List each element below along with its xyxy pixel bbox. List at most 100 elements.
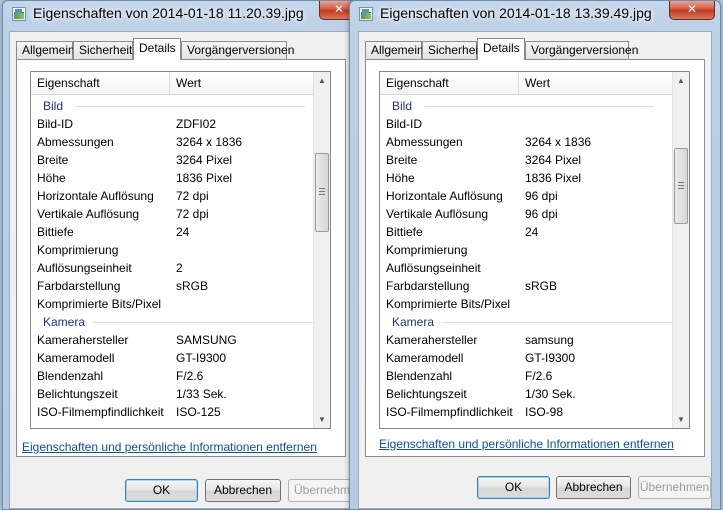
group-title: Kamera xyxy=(43,315,86,329)
table-row[interactable]: Vertikale Auflösung 96 dpi xyxy=(380,205,675,223)
group-header-kamera: Kamera xyxy=(31,313,326,331)
table-row[interactable]: Bittiefe 24 xyxy=(31,223,326,241)
properties-window-left: Eigenschaften von 2014-01-18 11.20.39.jp… xyxy=(2,0,360,510)
table-row[interactable]: Vertikale Auflösung 72 dpi xyxy=(31,205,326,223)
close-icon: ✕ xyxy=(686,2,698,16)
table-row[interactable]: Breite 3264 Pixel xyxy=(31,151,326,169)
property-value: 1/33 Sek. xyxy=(176,387,227,401)
remove-properties-link[interactable]: Eigenschaften und persönliche Informatio… xyxy=(22,440,317,454)
property-name: Breite xyxy=(386,153,418,167)
table-row[interactable]: Abmessungen 3264 x 1836 xyxy=(380,133,675,151)
property-name: Komprimierte Bits/Pixel xyxy=(37,297,162,311)
group-divider xyxy=(75,106,305,107)
group-divider xyxy=(424,106,654,107)
group-divider xyxy=(442,322,672,323)
column-header-value[interactable]: Wert xyxy=(170,72,326,94)
properties-list[interactable]: Eigenschaft Wert Bild Bild-ID ZDFI02 Abmess… xyxy=(30,71,331,429)
property-name: Farbdarstellung xyxy=(37,279,121,293)
property-name: Bittiefe xyxy=(386,225,423,239)
title-bar[interactable]: Eigenschaften von 2014-01-18 11.20.39.jp… xyxy=(3,1,359,29)
tab-sicherheit[interactable]: Sicherheit xyxy=(73,41,133,59)
property-value: SAMSUNG xyxy=(176,333,237,347)
table-row[interactable]: Kameramodell GT-I9300 xyxy=(31,349,326,367)
property-name: Komprimierung xyxy=(386,243,468,257)
property-name: Bild-ID xyxy=(37,117,74,131)
table-row[interactable]: Horizontale Auflösung 72 dpi xyxy=(31,187,326,205)
table-row[interactable]: Horizontale Auflösung 96 dpi xyxy=(380,187,675,205)
window-title: Eigenschaften von 2014-01-18 13.39.49.jp… xyxy=(380,5,652,21)
cancel-button[interactable]: Abbrechen xyxy=(205,479,281,502)
details-panel: Eigenschaft Wert Bild Bild-ID ZDFI02 Abmess… xyxy=(16,59,346,457)
properties-list[interactable]: Eigenschaft Wert Bild Bild-ID Abmessungen 3… xyxy=(379,71,690,429)
scroll-down-icon[interactable]: ▼ xyxy=(673,411,689,428)
property-name: Farbdarstellung xyxy=(386,279,470,293)
tab-vorgaengerversionen[interactable]: Vorgängerversionen xyxy=(525,41,638,59)
table-row[interactable]: Blendenzahl F/2.6 xyxy=(380,367,675,385)
scroll-thumb[interactable] xyxy=(674,148,688,224)
table-row[interactable]: Farbdarstellung sRGB xyxy=(31,277,326,295)
table-row[interactable]: Blendenzahl F/2.6 xyxy=(31,367,326,385)
property-name: Kameramodell xyxy=(37,351,115,365)
table-row[interactable]: Farbdarstellung sRGB xyxy=(380,277,675,295)
scroll-up-icon[interactable]: ▲ xyxy=(314,72,330,89)
table-row[interactable]: Bittiefe 24 xyxy=(380,223,675,241)
group-title: Bild xyxy=(392,99,413,113)
tab-allgemein[interactable]: Allgemein xyxy=(16,41,75,59)
table-row[interactable]: Komprimierte Bits/Pixel xyxy=(380,295,675,313)
property-name: Kamerahersteller xyxy=(386,333,478,347)
table-row[interactable]: Belichtungszeit 1/33 Sek. xyxy=(31,385,326,403)
column-header-property[interactable]: Eigenschaft xyxy=(31,72,169,94)
table-row[interactable]: Kameramodell GT-I9300 xyxy=(380,349,675,367)
apply-button[interactable]: Übernehmen xyxy=(638,476,711,499)
table-row[interactable]: Bild-ID xyxy=(380,115,675,133)
remove-properties-link[interactable]: Eigenschaften und persönliche Informatio… xyxy=(379,437,674,451)
cancel-button[interactable]: Abbrechen xyxy=(556,476,631,499)
tab-details[interactable]: Details xyxy=(133,38,181,60)
table-row[interactable]: Auflösungseinheit 2 xyxy=(31,259,326,277)
property-value: sRGB xyxy=(176,279,209,293)
table-row[interactable]: Abmessungen 3264 x 1836 xyxy=(31,133,326,151)
close-button[interactable]: ✕ xyxy=(669,1,715,20)
property-name: Abmessungen xyxy=(386,135,463,149)
tab-vorgaengerversionen[interactable]: Vorgängerversionen xyxy=(181,41,294,59)
table-row[interactable]: Komprimierung xyxy=(380,241,675,259)
property-value: 3264 x 1836 xyxy=(176,135,243,149)
scroll-thumb[interactable] xyxy=(315,153,329,232)
table-row[interactable]: Belichtungszeit 1/30 Sek. xyxy=(380,385,675,403)
table-row[interactable]: ISO-Filmempfindlichkeit ISO-98 xyxy=(380,403,675,421)
ok-button[interactable]: OK xyxy=(477,476,550,499)
column-header-value[interactable]: Wert xyxy=(519,72,675,94)
table-row[interactable]: Komprimierung xyxy=(31,241,326,259)
table-row[interactable]: Bild-ID ZDFI02 xyxy=(31,115,326,133)
property-name: Komprimierte Bits/Pixel xyxy=(386,297,511,311)
table-row[interactable]: Auflösungseinheit xyxy=(380,259,675,277)
property-value: F/2.6 xyxy=(176,369,204,383)
scroll-down-icon[interactable]: ▼ xyxy=(314,411,330,428)
scroll-up-icon[interactable]: ▲ xyxy=(673,72,689,89)
property-name: Komprimierung xyxy=(37,243,119,257)
tab-sicherheit[interactable]: Sicherheit xyxy=(422,41,481,59)
property-value: 96 dpi xyxy=(525,189,558,203)
tab-details[interactable]: Details xyxy=(477,38,525,60)
property-name: Kamerahersteller xyxy=(37,333,129,347)
property-name: Belichtungszeit xyxy=(37,387,118,401)
tab-allgemein[interactable]: Allgemein xyxy=(365,41,424,59)
ok-button[interactable]: OK xyxy=(125,479,198,502)
table-row[interactable]: ISO-Filmempfindlichkeit ISO-125 xyxy=(31,403,326,421)
property-value: GT-I9300 xyxy=(176,351,227,365)
property-value: F/2.6 xyxy=(525,369,553,383)
table-row[interactable]: Breite 3264 Pixel xyxy=(380,151,675,169)
table-row[interactable]: Komprimierte Bits/Pixel xyxy=(31,295,326,313)
property-value: ZDFI02 xyxy=(176,117,217,131)
vertical-scrollbar[interactable]: ▲ ▼ xyxy=(313,72,330,428)
table-row[interactable]: Höhe 1836 Pixel xyxy=(31,169,326,187)
column-header-property[interactable]: Eigenschaft xyxy=(380,72,518,94)
table-row[interactable]: Kamerahersteller SAMSUNG xyxy=(31,331,326,349)
vertical-scrollbar[interactable]: ▲ ▼ xyxy=(672,72,689,428)
property-value: 1/30 Sek. xyxy=(525,387,576,401)
title-bar[interactable]: Eigenschaften von 2014-01-18 13.39.49.jp… xyxy=(350,1,720,29)
property-value: 1836 Pixel xyxy=(176,171,233,185)
property-value: ISO-125 xyxy=(176,405,221,419)
table-row[interactable]: Kamerahersteller samsung xyxy=(380,331,675,349)
table-row[interactable]: Höhe 1836 Pixel xyxy=(380,169,675,187)
